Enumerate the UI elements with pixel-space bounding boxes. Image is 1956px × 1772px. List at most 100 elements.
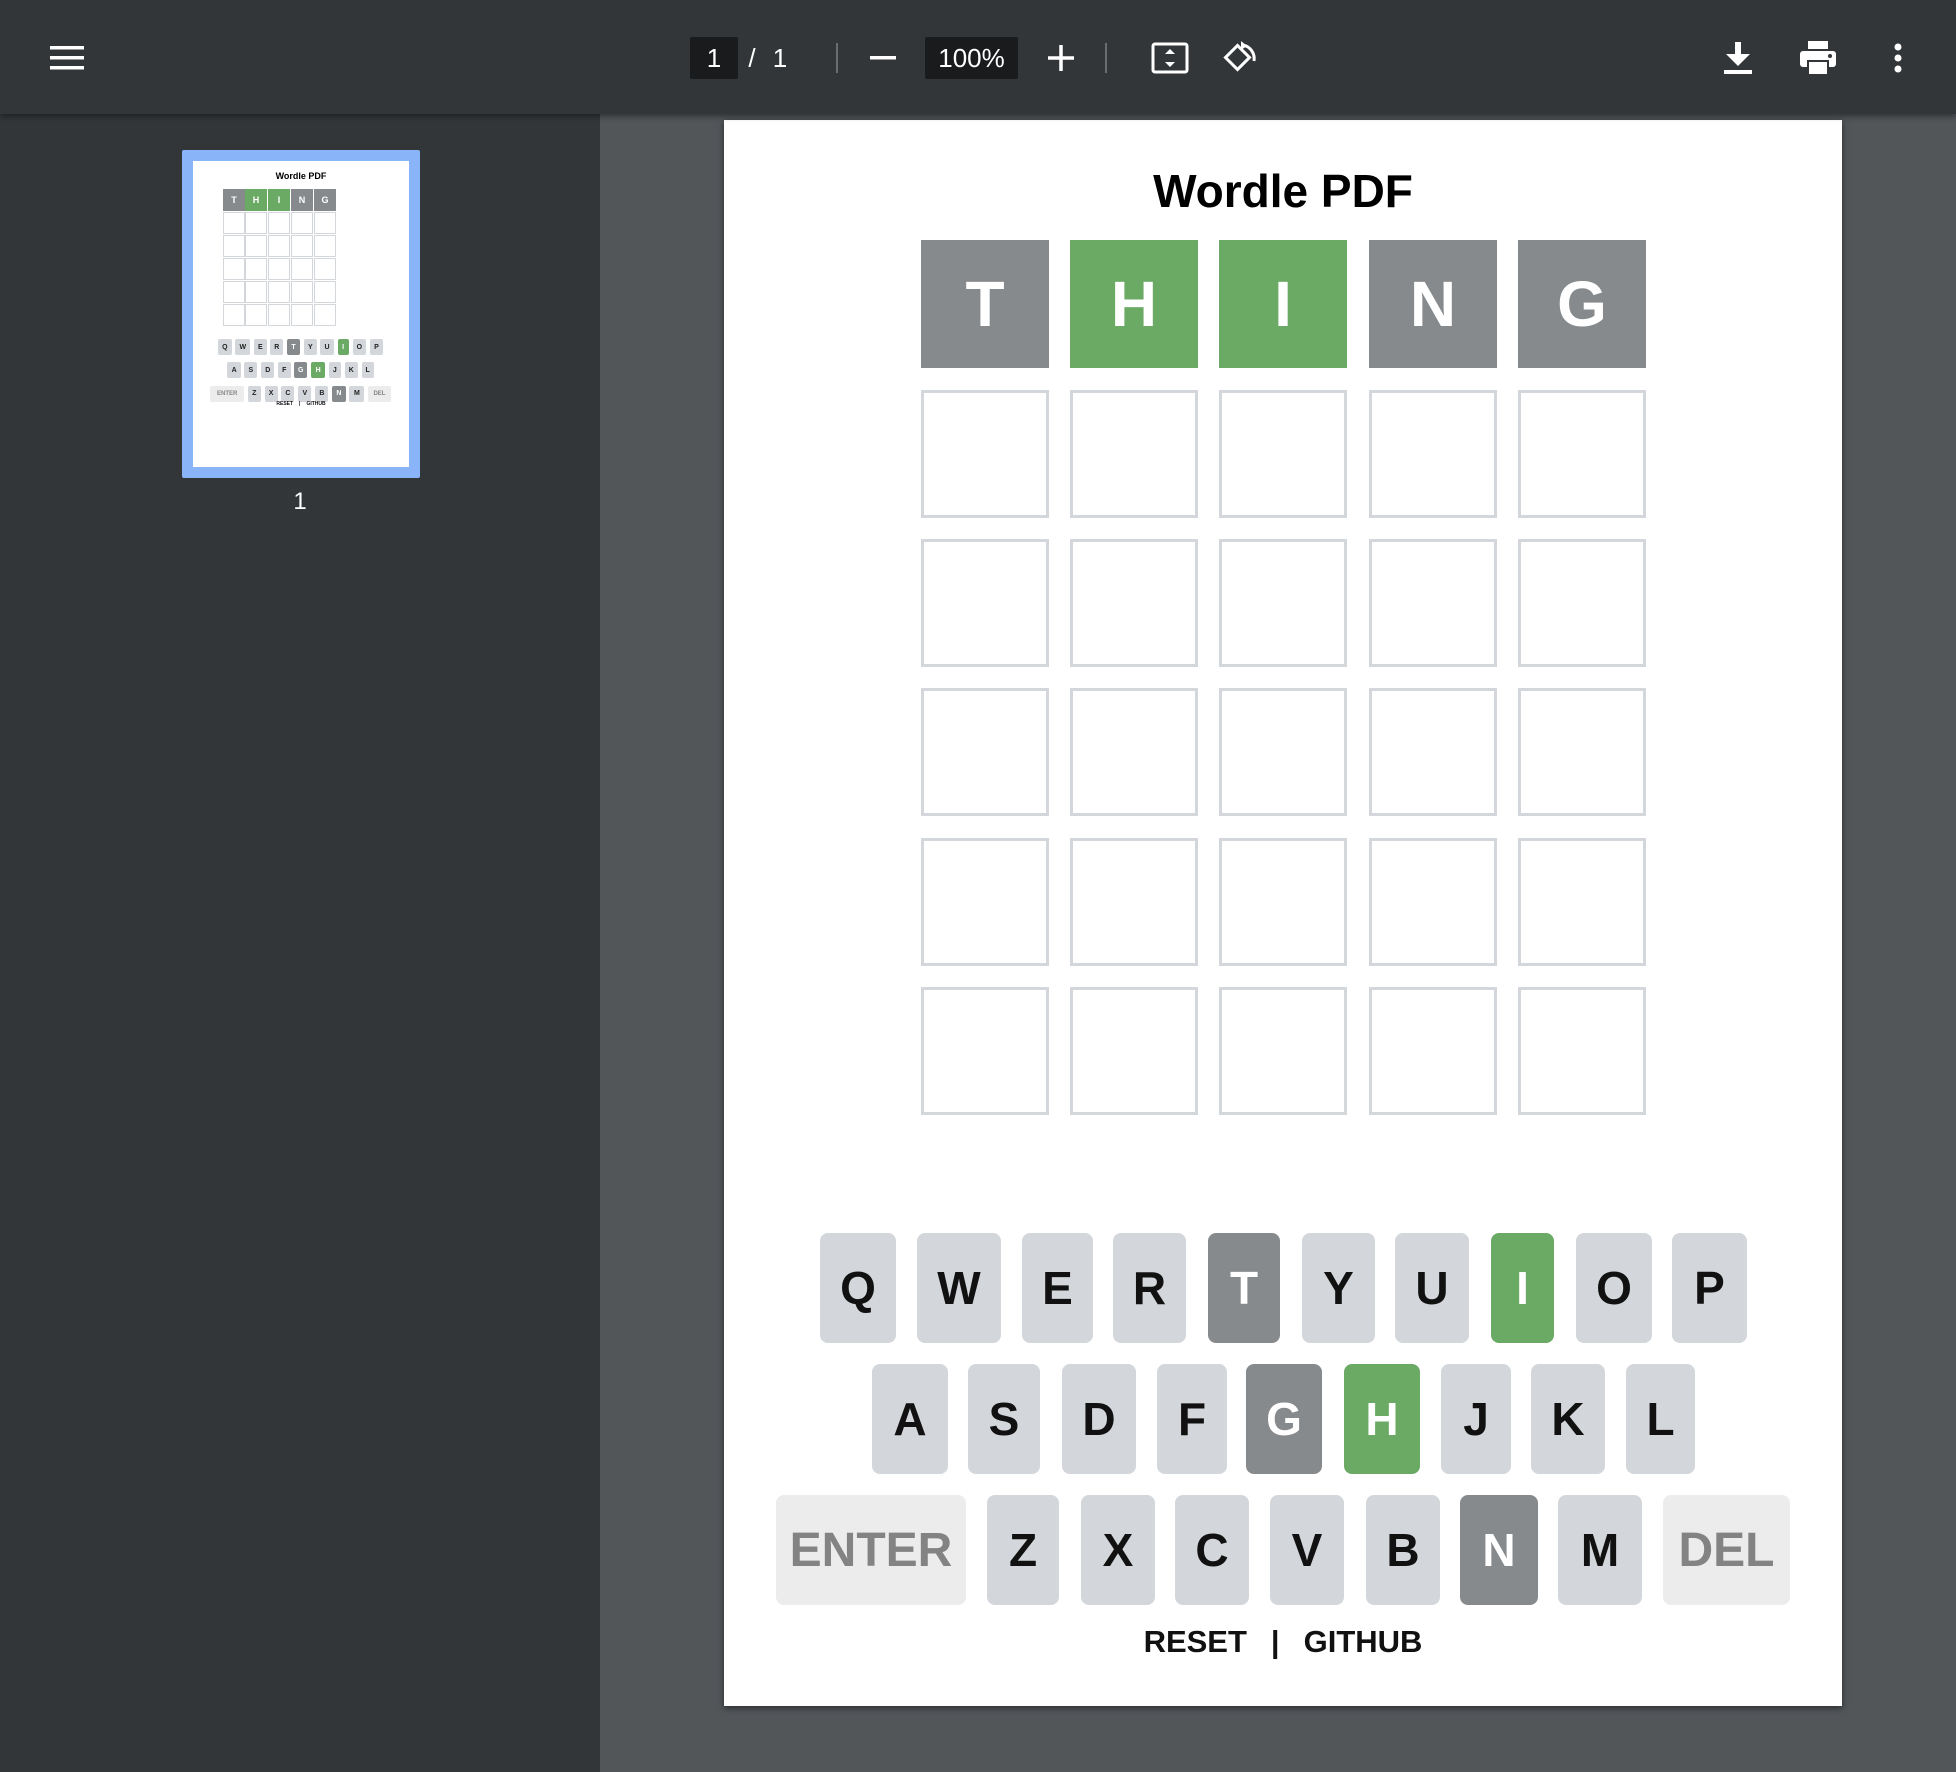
thumbnail-tile bbox=[268, 281, 290, 303]
page-separator: / bbox=[748, 42, 756, 73]
thumbnail-tile bbox=[223, 258, 245, 280]
key-l[interactable]: L bbox=[1626, 1364, 1695, 1474]
key-i[interactable]: I bbox=[1491, 1233, 1554, 1343]
thumbnail-key: D bbox=[261, 362, 275, 379]
key-x[interactable]: X bbox=[1081, 1495, 1155, 1605]
key-j[interactable]: J bbox=[1441, 1364, 1511, 1474]
more-actions-button[interactable] bbox=[1870, 30, 1926, 86]
grid-tile bbox=[1219, 539, 1347, 667]
thumbnail-key: P bbox=[369, 339, 384, 356]
document-title: Wordle PDF bbox=[1153, 165, 1413, 217]
thumbnail-key: Z bbox=[247, 385, 261, 402]
zoom-in-button[interactable] bbox=[1036, 33, 1086, 83]
key-y[interactable]: Y bbox=[1302, 1233, 1375, 1343]
key-v[interactable]: V bbox=[1270, 1495, 1344, 1605]
thumbnail-tile bbox=[314, 235, 336, 257]
thumbnail-key: T bbox=[287, 339, 300, 356]
grid-tile bbox=[1518, 390, 1646, 518]
menu-button[interactable] bbox=[38, 29, 96, 87]
thumbnail-tile bbox=[223, 304, 245, 326]
more-vert-icon bbox=[1894, 43, 1902, 73]
fit-page-icon bbox=[1151, 42, 1189, 74]
thumbnail-tile bbox=[291, 235, 313, 257]
key-s[interactable]: S bbox=[968, 1364, 1040, 1474]
key-c[interactable]: C bbox=[1175, 1495, 1249, 1605]
key-e[interactable]: E bbox=[1022, 1233, 1093, 1343]
thumbnail-sidebar: Wordle PDF T H I N G Q W E R T Y U I O P A S D F G H J K L ENTER… bbox=[0, 114, 600, 1772]
thumbnail-links: RESET | GITHUB bbox=[193, 401, 409, 407]
grid-tile bbox=[1369, 390, 1497, 518]
key-b[interactable]: B bbox=[1366, 1495, 1440, 1605]
key-g[interactable]: G bbox=[1246, 1364, 1322, 1474]
grid-tile bbox=[1369, 838, 1497, 966]
download-button[interactable] bbox=[1710, 30, 1766, 86]
thumbnail-key: W bbox=[235, 339, 251, 356]
thumbnail-link-reset: RESET bbox=[276, 401, 294, 407]
key-d[interactable]: D bbox=[1062, 1364, 1136, 1474]
thumbnail-key: K bbox=[344, 362, 358, 379]
fit-to-page-button[interactable] bbox=[1142, 30, 1198, 86]
key-r[interactable]: R bbox=[1113, 1233, 1186, 1343]
zoom-level-input[interactable]: 100% bbox=[925, 37, 1018, 79]
page-number-input[interactable]: 1 bbox=[690, 37, 738, 79]
thumbnail-tile bbox=[314, 304, 336, 326]
print-button[interactable] bbox=[1790, 30, 1846, 86]
grid-tile bbox=[1369, 987, 1497, 1115]
menu-icon bbox=[50, 46, 84, 70]
thumbnail-tile bbox=[268, 235, 290, 257]
thumbnail-tile: H bbox=[245, 189, 267, 211]
thumbnail-key: S bbox=[244, 362, 258, 379]
thumbnail-tile bbox=[291, 212, 313, 234]
grid-tile bbox=[1219, 688, 1347, 816]
thumbnail-tile: T bbox=[223, 189, 245, 211]
key-z[interactable]: Z bbox=[987, 1495, 1059, 1605]
key-del[interactable]: DEL bbox=[1663, 1495, 1790, 1605]
page-thumbnail[interactable]: Wordle PDF T H I N G Q W E R T Y U I O P A S D F G H J K L ENTER… bbox=[182, 150, 420, 478]
key-p[interactable]: P bbox=[1672, 1233, 1747, 1343]
github-link[interactable]: GITHUB bbox=[1304, 1624, 1423, 1660]
thumbnail-key: O bbox=[352, 339, 367, 356]
key-h[interactable]: H bbox=[1344, 1364, 1420, 1474]
grid-tile bbox=[921, 539, 1049, 667]
zoom-out-button[interactable] bbox=[858, 33, 908, 83]
toolbar-divider bbox=[1105, 43, 1107, 73]
link-separator: | bbox=[1270, 1624, 1280, 1659]
key-f[interactable]: F bbox=[1157, 1364, 1227, 1474]
key-enter[interactable]: ENTER bbox=[776, 1495, 966, 1605]
grid-tile bbox=[1518, 987, 1646, 1115]
thumbnail-tile: I bbox=[268, 189, 290, 211]
reset-link[interactable]: RESET bbox=[1144, 1624, 1247, 1660]
thumbnail-key: Q bbox=[218, 339, 232, 356]
thumbnail-tile bbox=[268, 212, 290, 234]
rotate-button[interactable] bbox=[1212, 30, 1268, 86]
toolbar-divider bbox=[836, 43, 838, 73]
page-total: 1 bbox=[772, 42, 788, 73]
key-t[interactable]: T bbox=[1208, 1233, 1280, 1343]
grid-tile: N bbox=[1369, 240, 1497, 368]
pdf-page: Wordle PDF RESET | GITHUB THINGQWERTYUIOPA… bbox=[724, 120, 1842, 1706]
key-m[interactable]: M bbox=[1558, 1495, 1642, 1605]
thumbnail-key: I bbox=[337, 339, 349, 356]
thumbnail-key: L bbox=[361, 362, 374, 379]
key-u[interactable]: U bbox=[1395, 1233, 1469, 1343]
thumbnail-tile bbox=[223, 235, 245, 257]
key-k[interactable]: K bbox=[1531, 1364, 1605, 1474]
thumbnail-key: B bbox=[315, 385, 329, 402]
thumbnail-tile bbox=[223, 212, 245, 234]
download-icon bbox=[1724, 42, 1752, 74]
thumbnail-tile bbox=[245, 212, 267, 234]
thumbnail-tile bbox=[223, 281, 245, 303]
thumbnail-tile bbox=[245, 304, 267, 326]
pdf-toolbar: 1 / 1 100% bbox=[0, 0, 1956, 114]
key-n[interactable]: N bbox=[1460, 1495, 1538, 1605]
key-q[interactable]: Q bbox=[820, 1233, 896, 1343]
thumbnail-title: Wordle PDF bbox=[275, 171, 327, 181]
key-w[interactable]: W bbox=[917, 1233, 1001, 1343]
key-o[interactable]: O bbox=[1576, 1233, 1652, 1343]
grid-tile bbox=[1219, 987, 1347, 1115]
key-a[interactable]: A bbox=[872, 1364, 948, 1474]
thumbnail-tile: N bbox=[291, 189, 313, 211]
grid-tile bbox=[1369, 688, 1497, 816]
thumbnail-key: J bbox=[328, 362, 342, 379]
grid-tile bbox=[921, 838, 1049, 966]
